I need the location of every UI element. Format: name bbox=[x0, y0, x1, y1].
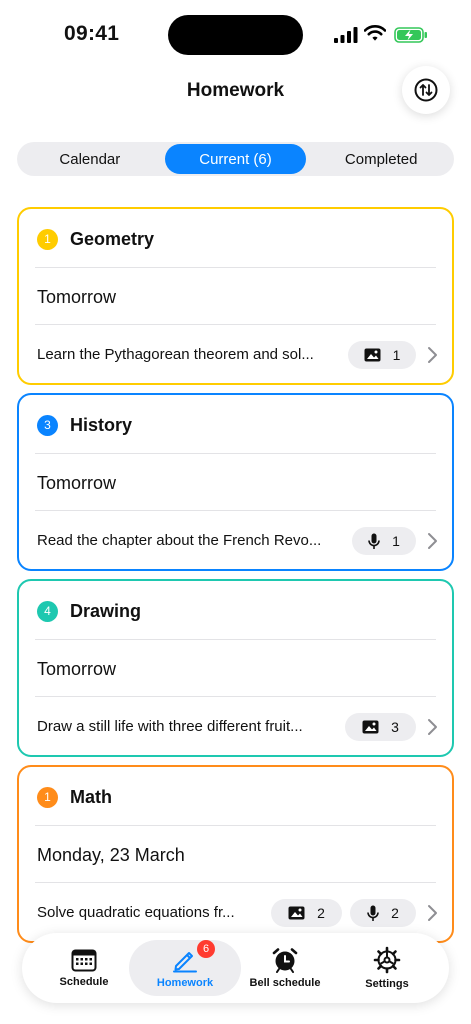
lesson-number-badge: 4 bbox=[37, 600, 58, 622]
image-icon bbox=[288, 906, 305, 920]
tab-label: Schedule bbox=[59, 976, 109, 988]
divider bbox=[35, 882, 436, 883]
divider bbox=[35, 825, 436, 826]
microphone-icon bbox=[368, 533, 380, 549]
image-attachment-chip[interactable]: 1 bbox=[348, 341, 416, 369]
due-date: Tomorrow bbox=[37, 287, 117, 307]
tab-bell-schedule[interactable]: Bell schedule bbox=[244, 933, 326, 1003]
divider bbox=[35, 267, 436, 268]
wifi-icon bbox=[364, 25, 386, 41]
image-attachment-chip[interactable]: 3 bbox=[345, 713, 416, 741]
attachment-count: 1 bbox=[392, 347, 401, 363]
image-attachment-chip[interactable]: 2 bbox=[271, 899, 342, 927]
due-date: Tomorrow bbox=[37, 659, 117, 679]
segment-current[interactable]: Current (6) bbox=[164, 144, 307, 174]
microphone-icon bbox=[367, 905, 379, 921]
status-time: 09:41 bbox=[64, 22, 120, 45]
attachment-count: 3 bbox=[391, 719, 399, 735]
homework-card[interactable]: 1 Geometry Tomorrow Learn the Pythagorea… bbox=[17, 207, 454, 385]
task-description: Learn the Pythagorean theorem and sol... bbox=[37, 346, 314, 363]
homework-card[interactable]: 4 Drawing Tomorrow Draw a still life wit… bbox=[17, 579, 454, 757]
sort-button[interactable] bbox=[402, 66, 450, 114]
attachment-count: 2 bbox=[391, 905, 399, 921]
alarm-clock-icon bbox=[272, 948, 298, 973]
tab-label: Homework bbox=[156, 977, 214, 989]
lesson-number-badge: 1 bbox=[37, 228, 58, 250]
attachment-count: 1 bbox=[392, 533, 400, 549]
divider bbox=[35, 696, 436, 697]
subject-name: Math bbox=[70, 786, 112, 807]
page-title: Homework bbox=[186, 80, 285, 101]
cellular-signal-icon bbox=[334, 27, 358, 43]
tab-schedule[interactable]: Schedule bbox=[44, 933, 124, 1003]
chevron-right-icon[interactable] bbox=[426, 532, 438, 550]
dynamic-island bbox=[168, 15, 303, 55]
due-date: Monday, 23 March bbox=[37, 845, 185, 865]
segment-calendar[interactable]: Calendar bbox=[19, 144, 161, 174]
homework-card[interactable]: 1 Math Monday, 23 March Solve quadratic … bbox=[17, 765, 454, 943]
segment-completed[interactable]: Completed bbox=[310, 144, 452, 174]
tab-homework[interactable]: Homework 6 bbox=[129, 940, 241, 996]
image-icon bbox=[362, 720, 379, 734]
chevron-right-icon[interactable] bbox=[426, 904, 438, 922]
image-icon bbox=[364, 348, 381, 362]
subject-name: History bbox=[70, 414, 133, 435]
subject-name: Drawing bbox=[70, 600, 142, 621]
due-date: Tomorrow bbox=[37, 473, 117, 493]
homework-card[interactable]: 3 History Tomorrow Read the chapter abou… bbox=[17, 393, 454, 571]
lesson-number-badge: 3 bbox=[37, 414, 58, 436]
lesson-number-badge: 1 bbox=[37, 786, 58, 808]
sort-arrows-icon bbox=[414, 78, 438, 102]
tab-label: Settings bbox=[365, 978, 409, 990]
divider bbox=[35, 639, 436, 640]
battery-charging-icon bbox=[394, 27, 427, 43]
calendar-grid-icon bbox=[71, 949, 97, 972]
task-description: Read the chapter about the French Revo..… bbox=[37, 532, 322, 549]
task-description: Draw a still life with three different f… bbox=[37, 718, 303, 735]
divider bbox=[35, 453, 436, 454]
bottom-tab-bar: Schedule Homework 6 Bell schedule Settin… bbox=[22, 933, 449, 1003]
gear-icon bbox=[373, 946, 401, 974]
pencil-icon bbox=[173, 952, 197, 973]
subject-name: Geometry bbox=[70, 228, 155, 249]
divider bbox=[35, 324, 436, 325]
divider bbox=[35, 510, 436, 511]
status-bar: 09:41 bbox=[0, 0, 471, 70]
tab-settings[interactable]: Settings bbox=[347, 933, 427, 1003]
chevron-right-icon[interactable] bbox=[426, 346, 438, 364]
audio-attachment-chip[interactable]: 1 bbox=[352, 527, 416, 555]
tab-label: Bell schedule bbox=[249, 977, 321, 989]
attachment-count: 2 bbox=[317, 905, 325, 921]
homework-filter-segment: Calendar Current (6) Completed bbox=[17, 142, 454, 176]
notification-badge: 6 bbox=[197, 940, 215, 958]
task-description: Solve quadratic equations fr... bbox=[37, 904, 235, 921]
audio-attachment-chip[interactable]: 2 bbox=[350, 899, 416, 927]
chevron-right-icon[interactable] bbox=[426, 718, 438, 736]
